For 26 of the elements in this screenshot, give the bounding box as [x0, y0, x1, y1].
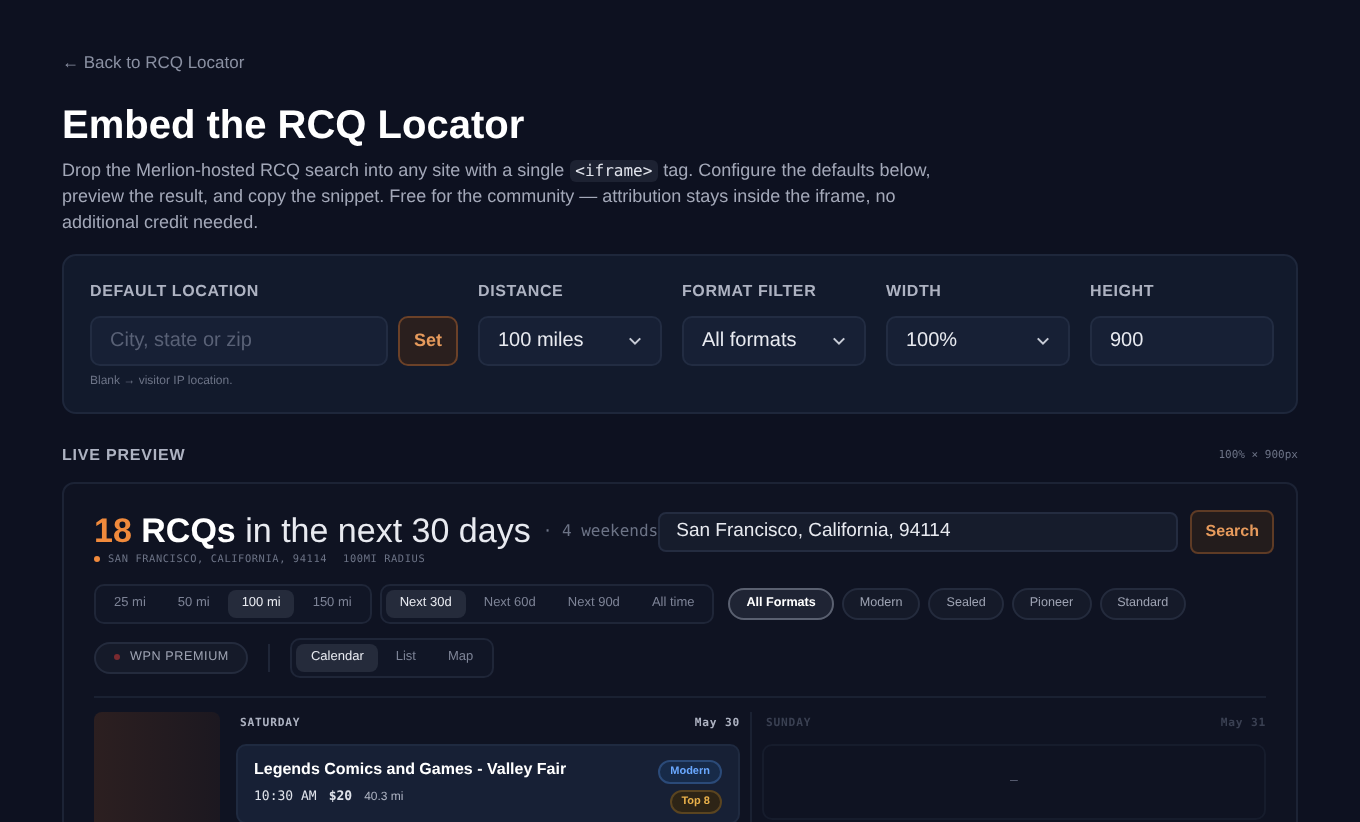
photo-placeholder: [94, 711, 220, 822]
field-label: WIDTH: [886, 281, 944, 302]
set-button[interactable]: Set: [398, 315, 458, 366]
location-dot: [94, 556, 100, 563]
chevron-down-icon: [1036, 333, 1050, 348]
weekend-count: · 4 weekends: [542, 522, 659, 541]
chevron-down-icon: [832, 333, 846, 348]
status-dot: [114, 654, 120, 661]
results-heading: 18 RCQs in the next 30 days: [94, 511, 531, 552]
section-label: LIVE PREVIEW: [62, 446, 186, 465]
location-field[interactable]: City, state or zip: [90, 315, 388, 366]
dropdown[interactable]: 100 miles: [478, 315, 662, 366]
chevron-down-icon: [628, 333, 642, 348]
back-link[interactable]: ← Back to RCQ Locator: [62, 52, 245, 72]
dropdown[interactable]: All formats: [682, 315, 866, 366]
field-label: FORMAT FILTER: [682, 281, 819, 302]
search-button[interactable]: Search: [1190, 509, 1275, 554]
description: Drop the Merlion-hosted RCQ search into any site with a single <iframe> tag. Configure the defaults below, preview the result, and copy the snippet. Free for the community — attribution stays inside the iframe, no additional credit needed.: [62, 158, 933, 234]
dropdown[interactable]: 100%: [886, 315, 1070, 366]
field-label: DISTANCE: [478, 281, 566, 302]
page-title: Embed the RCQ Locator: [62, 102, 525, 150]
height-field[interactable]: 900: [1090, 315, 1274, 366]
search-field[interactable]: San Francisco, California, 94114: [658, 511, 1179, 552]
field-label: DEFAULT LOCATION: [90, 281, 261, 302]
event-name: Legends Comics and Games - Valley Fair: [254, 759, 567, 778]
field-label: HEIGHT: [1090, 281, 1157, 302]
